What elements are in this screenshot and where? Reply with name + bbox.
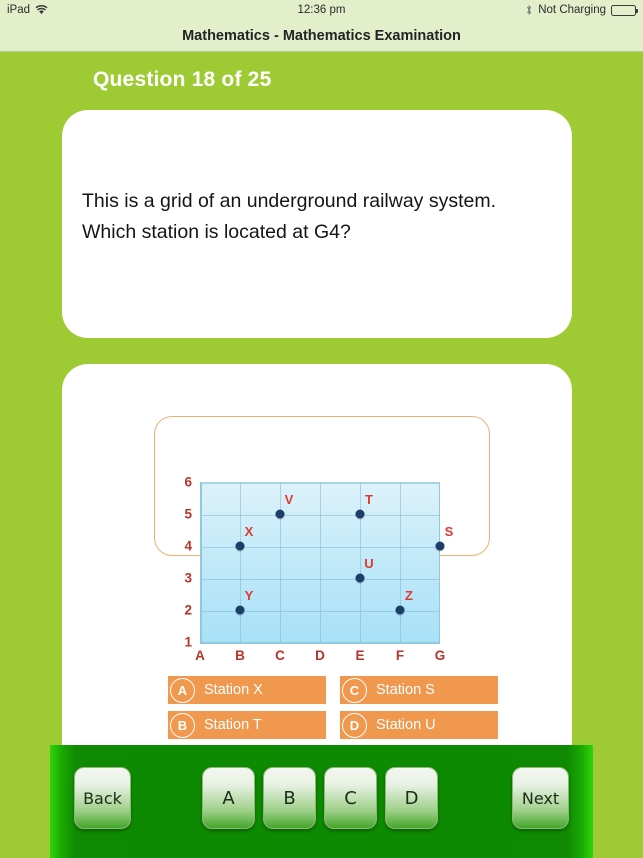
bottom-toolbar: Back A B C D Next xyxy=(50,745,593,858)
option-key-badge: B xyxy=(170,712,195,738)
choice-button-a[interactable]: A xyxy=(202,767,255,829)
bluetooth-icon xyxy=(525,4,533,16)
option-label: Station S xyxy=(376,682,435,698)
option-key-badge: A xyxy=(170,677,195,703)
x-axis-tick-label: B xyxy=(235,648,245,663)
station-label: V xyxy=(284,492,294,507)
y-axis-tick-label: 5 xyxy=(184,506,192,522)
station-point xyxy=(435,541,445,551)
station-point xyxy=(235,605,245,615)
status-bar-left: iPad xyxy=(7,4,48,16)
option-label: Station X xyxy=(204,682,263,698)
x-axis-tick-label: G xyxy=(434,648,446,663)
x-axis-tick-label: D xyxy=(315,648,325,663)
battery-icon xyxy=(611,4,638,16)
answer-option-b[interactable]: B Station T xyxy=(168,711,326,739)
x-axis-tick-label: C xyxy=(275,648,285,663)
station-point xyxy=(395,605,405,615)
option-label: Station U xyxy=(376,717,436,733)
x-axis-tick-label: E xyxy=(355,648,365,663)
railway-grid-chart: 1 2 3 4 5 6 A B C D E F G X V T S U Z Y xyxy=(150,472,495,672)
choice-button-c[interactable]: C xyxy=(324,767,377,829)
station-point xyxy=(275,509,285,519)
station-label: X xyxy=(244,524,254,539)
wifi-icon xyxy=(35,5,48,15)
status-bar-right: Not Charging xyxy=(525,4,638,16)
grid-line-vertical xyxy=(400,483,401,642)
grid-line-vertical xyxy=(320,483,321,642)
plot-area xyxy=(200,482,440,642)
y-axis-tick-label: 3 xyxy=(184,570,192,586)
x-axis xyxy=(200,642,440,644)
station-label: S xyxy=(444,524,454,539)
option-key-badge: C xyxy=(342,677,367,703)
charging-status: Not Charging xyxy=(538,4,606,16)
x-axis-tick-label: A xyxy=(195,648,205,663)
option-label: Station T xyxy=(204,717,262,733)
choice-button-b[interactable]: B xyxy=(263,767,316,829)
station-label: U xyxy=(364,556,374,571)
grid-line-vertical xyxy=(280,483,281,642)
question-card: This is a grid of an underground railway… xyxy=(62,110,572,338)
answer-option-c[interactable]: C Station S xyxy=(340,676,498,704)
y-axis-tick-label: 1 xyxy=(184,634,192,650)
station-label: Y xyxy=(244,588,254,603)
option-key-badge: D xyxy=(342,712,367,738)
grid-line-vertical xyxy=(360,483,361,642)
y-axis-tick-label: 2 xyxy=(184,602,192,618)
y-axis xyxy=(200,482,202,642)
station-label: Z xyxy=(405,588,413,603)
station-point xyxy=(355,509,365,519)
station-label: T xyxy=(365,492,373,507)
back-button[interactable]: Back xyxy=(74,767,131,829)
status-bar: iPad 12:36 pm Not Charging xyxy=(0,0,643,20)
y-axis-tick-label: 6 xyxy=(184,474,192,490)
page-title: Mathematics - Mathematics Examination xyxy=(182,27,461,44)
navigation-bar: Mathematics - Mathematics Examination xyxy=(0,20,643,52)
choice-button-d[interactable]: D xyxy=(385,767,438,829)
grid-line-horizontal xyxy=(200,515,439,516)
next-button[interactable]: Next xyxy=(512,767,569,829)
question-text: This is a grid of an underground railway… xyxy=(82,190,497,243)
grid-line-vertical xyxy=(240,483,241,642)
x-axis-tick-label: F xyxy=(395,648,405,663)
question-progress: Question 18 of 25 xyxy=(93,68,272,91)
answer-option-a[interactable]: A Station X xyxy=(168,676,326,704)
answer-option-d[interactable]: D Station U xyxy=(340,711,498,739)
device-label: iPad xyxy=(7,4,31,16)
y-axis-tick-label: 4 xyxy=(184,538,192,554)
station-point xyxy=(355,573,365,583)
grid-line-horizontal xyxy=(200,483,439,484)
exam-content: Question 18 of 25 This is a grid of an u… xyxy=(0,52,643,858)
station-point xyxy=(235,541,245,551)
grid-line-horizontal xyxy=(200,579,439,580)
